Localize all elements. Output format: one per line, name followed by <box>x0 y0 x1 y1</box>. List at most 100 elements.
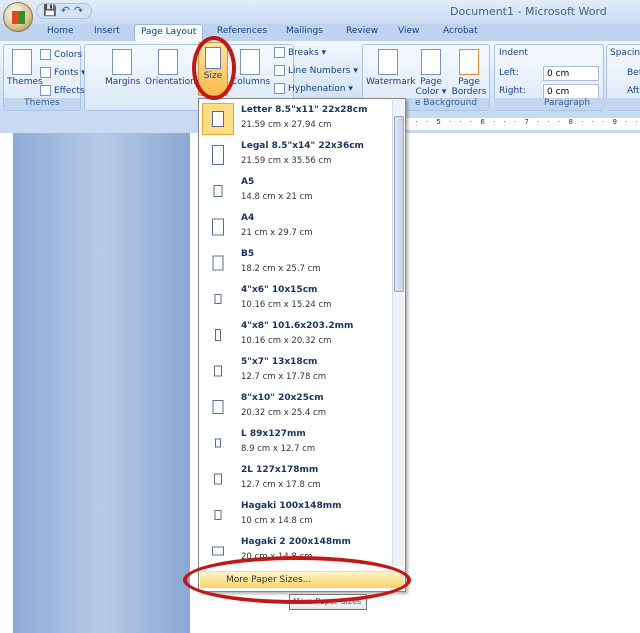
indent-label: Indent <box>499 48 528 58</box>
page-color-button[interactable]: Page Color ▾ <box>415 49 447 97</box>
paper-size-name: 4"x6" 10x15cm <box>241 285 318 295</box>
columns-icon <box>240 49 260 75</box>
paper-size-item[interactable]: A4 21 cm x 29.7 cm <box>200 209 390 245</box>
hyphenation-label: Hyphenation ▾ <box>288 84 353 94</box>
paper-size-name: B5 <box>241 249 255 259</box>
vertical-ruler[interactable] <box>0 133 14 633</box>
hyphenation-button[interactable]: Hyphenation ▾ <box>274 83 353 94</box>
fonts-button[interactable]: Fonts ▾ <box>40 67 86 78</box>
paper-size-name: A5 <box>241 177 255 187</box>
paper-icon <box>202 535 234 567</box>
line-numbers-label: Line Numbers ▾ <box>288 66 358 76</box>
tab-acrobat[interactable]: Acrobat <box>443 26 478 36</box>
size-icon <box>205 47 221 69</box>
colors-button[interactable]: Colors ▾ <box>40 49 90 60</box>
page-borders-button[interactable]: Page Borders <box>451 49 487 97</box>
themes-group: Themes Colors ▾ Fonts ▾ Effects ▾ Themes <box>3 44 92 111</box>
paper-size-name: Hagaki 100x148mm <box>241 501 342 511</box>
tab-page-layout[interactable]: Page Layout <box>134 24 204 42</box>
paper-size-item[interactable]: 5"x7" 13x18cm 12.7 cm x 17.78 cm <box>200 353 390 389</box>
paper-icon <box>202 103 234 135</box>
size-dropdown-menu: Letter 8.5"x11" 22x28cm 21.59 cm x 27.94 … <box>198 98 406 592</box>
paper-icon <box>202 499 234 531</box>
paper-size-item[interactable]: 8"x10" 20x25cm 20.32 cm x 25.4 cm <box>200 389 390 425</box>
orientation-label: Orientation <box>145 77 196 87</box>
window-title: Document1 - Microsoft Word <box>450 5 607 18</box>
paper-icon <box>202 463 234 495</box>
paper-size-name: Hagaki 2 200x148mm <box>241 537 351 547</box>
line-numbers-button[interactable]: Line Numbers ▾ <box>274 65 358 76</box>
paper-size-dimensions: 10.16 cm x 15.24 cm <box>241 300 332 310</box>
paper-size-item[interactable]: L 89x127mm 8.9 cm x 12.7 cm <box>200 425 390 461</box>
office-button[interactable] <box>3 2 33 32</box>
quick-access-toolbar[interactable]: 💾↶↷ <box>36 3 92 19</box>
breaks-button[interactable]: Breaks ▾ <box>274 47 326 58</box>
columns-button[interactable]: Columns <box>231 49 271 87</box>
fonts-label: Fonts ▾ <box>54 68 86 78</box>
ribbon-tabs: Home Insert Page Layout References Maili… <box>0 24 640 42</box>
margins-icon <box>112 49 132 75</box>
tooltip: More Paper Sizes <box>289 594 367 610</box>
menu-scrollbar[interactable] <box>392 100 404 566</box>
paper-size-dimensions: 20.32 cm x 25.4 cm <box>241 408 327 418</box>
indent-left-label: Left: <box>499 68 519 78</box>
watermark-label: Watermark <box>366 77 416 87</box>
paper-icon <box>202 427 234 459</box>
paper-size-name: 4"x8" 101.6x203.2mm <box>241 321 354 331</box>
watermark-button[interactable]: Watermark <box>366 49 416 87</box>
indent-right-input[interactable]: 0 cm <box>543 84 599 99</box>
themes-icon <box>12 49 32 75</box>
paper-size-dimensions: 21.59 cm x 27.94 cm <box>241 120 332 130</box>
page-borders-icon <box>459 49 479 75</box>
paper-size-item[interactable]: Letter 8.5"x11" 22x28cm 21.59 cm x 27.94 … <box>200 101 390 137</box>
paper-icon <box>202 211 234 243</box>
tab-insert[interactable]: Insert <box>94 26 120 36</box>
paper-size-item[interactable]: Legal 8.5"x14" 22x36cm 21.59 cm x 35.56 c… <box>200 137 390 173</box>
size-label: Size <box>203 71 223 81</box>
paper-size-item[interactable]: 2L 127x178mm 12.7 cm x 17.8 cm <box>200 461 390 497</box>
horizontal-ruler[interactable]: · · · 5 · · · 6 · · · 7 · · · 8 · · · 9 … <box>405 118 640 130</box>
orientation-button[interactable]: Orientation <box>145 49 196 87</box>
paper-size-dimensions: 8.9 cm x 12.7 cm <box>241 444 316 454</box>
size-button[interactable]: Size <box>198 42 228 96</box>
paper-icon <box>202 391 234 423</box>
paper-size-name: Letter 8.5"x11" 22x28cm <box>241 105 368 115</box>
page-color-icon <box>421 49 441 75</box>
page-color-label: Page Color ▾ <box>415 77 447 97</box>
paper-size-item[interactable]: B5 18.2 cm x 25.7 cm <box>200 245 390 281</box>
paper-size-item[interactable]: 4"x8" 101.6x203.2mm 10.16 cm x 20.32 cm <box>200 317 390 353</box>
paper-size-name: 5"x7" 13x18cm <box>241 357 318 367</box>
paper-icon <box>202 283 234 315</box>
effects-icon <box>40 85 51 96</box>
columns-label: Columns <box>231 77 271 87</box>
paper-size-dimensions: 14.8 cm x 21 cm <box>241 192 313 202</box>
indent-left-input[interactable]: 0 cm <box>543 66 599 81</box>
paper-size-item[interactable]: Hagaki 100x148mm 10 cm x 14.8 cm <box>200 497 390 533</box>
tab-mailings[interactable]: Mailings <box>286 26 323 36</box>
office-logo-icon <box>12 11 25 24</box>
spacing-label: Spacing <box>610 48 640 58</box>
indent-right-label: Right: <box>499 86 526 96</box>
more-paper-sizes-item[interactable]: More Paper Sizes... <box>200 571 404 588</box>
spacing-before-label: Bef <box>627 68 640 78</box>
themes-label: Themes <box>7 77 43 87</box>
themes-button[interactable]: Themes <box>7 49 43 87</box>
hyphenation-icon <box>274 83 285 94</box>
paper-size-dimensions: 21 cm x 29.7 cm <box>241 228 313 238</box>
scrollbar-thumb[interactable] <box>394 116 404 292</box>
tab-view[interactable]: View <box>398 26 419 36</box>
paper-size-item[interactable]: Hagaki 2 200x148mm 20 cm x 14.8 cm <box>200 533 390 569</box>
paper-size-dimensions: 12.7 cm x 17.8 cm <box>241 480 321 490</box>
paper-icon <box>202 175 234 207</box>
paper-size-dimensions: 10.16 cm x 20.32 cm <box>241 336 332 346</box>
tab-home[interactable]: Home <box>47 26 74 36</box>
watermark-icon <box>378 49 398 75</box>
paper-size-item[interactable]: A5 14.8 cm x 21 cm <box>200 173 390 209</box>
paper-size-dimensions: 18.2 cm x 25.7 cm <box>241 264 321 274</box>
spacing-after-label: Aft <box>627 86 640 96</box>
tab-review[interactable]: Review <box>346 26 378 36</box>
margins-button[interactable]: Margins <box>105 49 140 87</box>
orientation-icon <box>158 49 178 75</box>
paper-size-item[interactable]: 4"x6" 10x15cm 10.16 cm x 15.24 cm <box>200 281 390 317</box>
tab-references[interactable]: References <box>217 26 267 36</box>
